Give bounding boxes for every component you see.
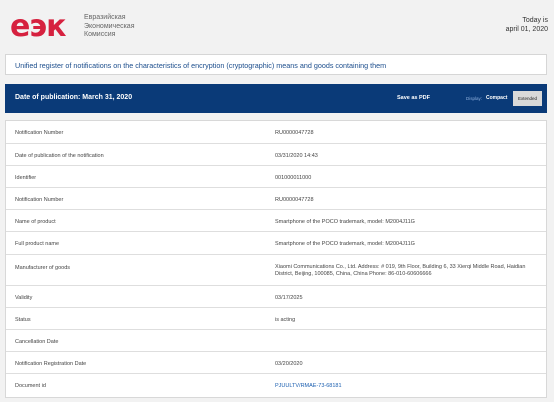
table-row-product-name: Name of product Smartphone of the POCO t… bbox=[6, 210, 546, 232]
table-row-publication-date: Date of publication of the notification … bbox=[6, 144, 546, 166]
table-row-identifier: Identifier 001000011000 bbox=[6, 166, 546, 188]
row-label: Notification Registration Date bbox=[15, 361, 87, 367]
row-label: Identifier bbox=[15, 175, 37, 181]
org-name-line-1: Евразийская bbox=[84, 14, 126, 21]
row-label: Full product name bbox=[15, 241, 60, 247]
row-value: Smartphone of the POCO trademark, model:… bbox=[275, 241, 415, 247]
organization-name: Евразийская Экономическая Комиссия bbox=[84, 14, 135, 40]
table-row-document-id: Document id PJUULTV/RMAE-73-68181 bbox=[6, 374, 546, 397]
row-value: Xiaomi Communications Co., Ltd. Address:… bbox=[275, 264, 526, 277]
display-label: Display: bbox=[466, 96, 483, 101]
save-pdf-button[interactable]: Save as PDF bbox=[397, 95, 430, 101]
table-row-status: Status is acting bbox=[6, 308, 546, 330]
row-label: Date of publication of the notification bbox=[15, 153, 104, 159]
today-info: Today is april 01, 2020 bbox=[506, 16, 548, 34]
row-value: 001000011000 bbox=[275, 175, 312, 181]
row-value: RU0000047728 bbox=[275, 197, 314, 203]
register-title[interactable]: Unified register of notifications on the… bbox=[15, 61, 386, 70]
org-name-line-3: Комиссия bbox=[84, 31, 116, 38]
extended-view-button[interactable]: Extended bbox=[513, 91, 542, 106]
row-value: Smartphone of the POCO trademark, model:… bbox=[275, 219, 415, 225]
site-header: eэк Евразийская Экономическая Комиссия T… bbox=[0, 0, 554, 52]
row-label: Notification Number bbox=[15, 197, 64, 203]
today-label: Today is bbox=[522, 17, 548, 24]
table-row-cancellation-date: Cancellation Date bbox=[6, 330, 546, 352]
eec-logo[interactable]: eэк bbox=[10, 12, 66, 42]
row-label: Validity bbox=[15, 295, 33, 301]
table-row-manufacturer: Manufacturer of goods Xiaomi Communicati… bbox=[6, 255, 546, 286]
table-row-registration-date: Notification Registration Date 03/20/202… bbox=[6, 352, 546, 374]
document-id-link[interactable]: PJUULTV/RMAE-73-68181 bbox=[275, 383, 342, 389]
table-row-notification-number-2: Notification Number RU0000047728 bbox=[6, 188, 546, 210]
page: eэк Евразийская Экономическая Комиссия T… bbox=[0, 0, 554, 402]
table-row-notification-number: Notification Number RU0000047728 bbox=[6, 121, 546, 144]
row-label: Manufacturer of goods bbox=[15, 265, 71, 271]
row-value: is acting bbox=[275, 317, 296, 323]
row-label: Cancellation Date bbox=[15, 339, 59, 345]
publication-date: Date of publication: March 31, 2020 bbox=[15, 94, 133, 101]
row-value: 03/17/2025 bbox=[275, 295, 303, 301]
register-title-box: Unified register of notifications on the… bbox=[5, 54, 547, 75]
publication-bar: Date of publication: March 31, 2020 Save… bbox=[5, 84, 547, 113]
today-date: april 01, 2020 bbox=[505, 26, 548, 33]
org-name-line-2: Экономическая bbox=[84, 22, 135, 30]
row-value: RU0000047728 bbox=[275, 130, 314, 136]
table-row-validity: Validity 03/17/2025 bbox=[6, 286, 546, 308]
table-row-full-product-name: Full product name Smartphone of the POCO… bbox=[6, 232, 546, 255]
row-label: Status bbox=[15, 317, 31, 323]
compact-view-button[interactable]: Compact bbox=[486, 95, 507, 101]
row-label: Name of product bbox=[15, 219, 56, 225]
row-label: Document id bbox=[15, 383, 46, 389]
row-label: Notification Number bbox=[15, 130, 64, 136]
row-value: 03/20/2020 bbox=[275, 361, 303, 367]
notification-details-table: Notification Number RU0000047728 Date of… bbox=[5, 120, 547, 398]
row-value: 03/31/2020 14:43 bbox=[275, 153, 318, 159]
